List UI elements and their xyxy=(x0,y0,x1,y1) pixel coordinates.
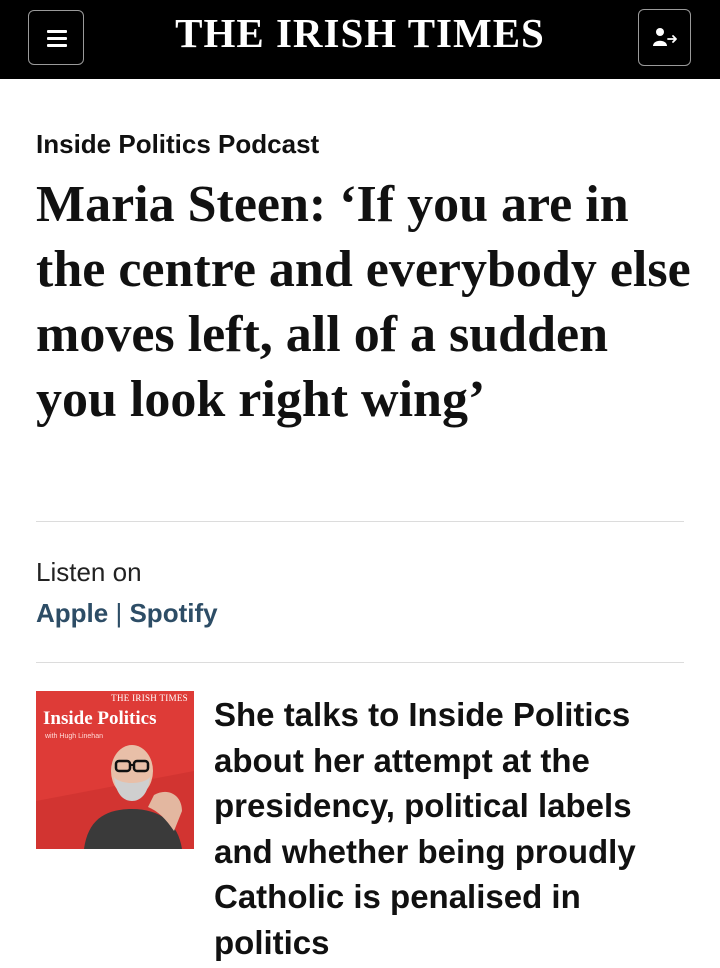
listen-on-label: Listen on xyxy=(36,557,142,587)
spotify-link[interactable]: Spotify xyxy=(129,598,217,628)
article-standfirst: She talks to Inside Politics about her a… xyxy=(214,696,636,961)
apple-podcasts-link[interactable]: Apple xyxy=(36,598,108,628)
section-kicker[interactable]: Inside Politics Podcast xyxy=(36,129,319,160)
listen-links: Apple | Spotify xyxy=(36,598,218,629)
divider xyxy=(36,662,684,663)
podcast-cover-image[interactable]: THE IRISH TIMES Inside Politics with Hug… xyxy=(36,691,194,849)
account-sign-in-icon xyxy=(653,28,677,46)
podcast-brand: THE IRISH TIMES xyxy=(111,693,188,703)
account-button[interactable] xyxy=(638,9,691,66)
link-separator: | xyxy=(115,598,123,628)
podcast-title: Inside Politics xyxy=(43,708,157,729)
site-logo[interactable]: THE IRISH TIMES xyxy=(0,9,720,57)
article-headline: Maria Steen: ‘If you are in the centre a… xyxy=(36,176,691,428)
divider xyxy=(36,521,684,522)
top-navigation-bar: THE IRISH TIMES xyxy=(0,0,720,79)
podcast-subtitle: with Hugh Linehan xyxy=(45,733,103,740)
